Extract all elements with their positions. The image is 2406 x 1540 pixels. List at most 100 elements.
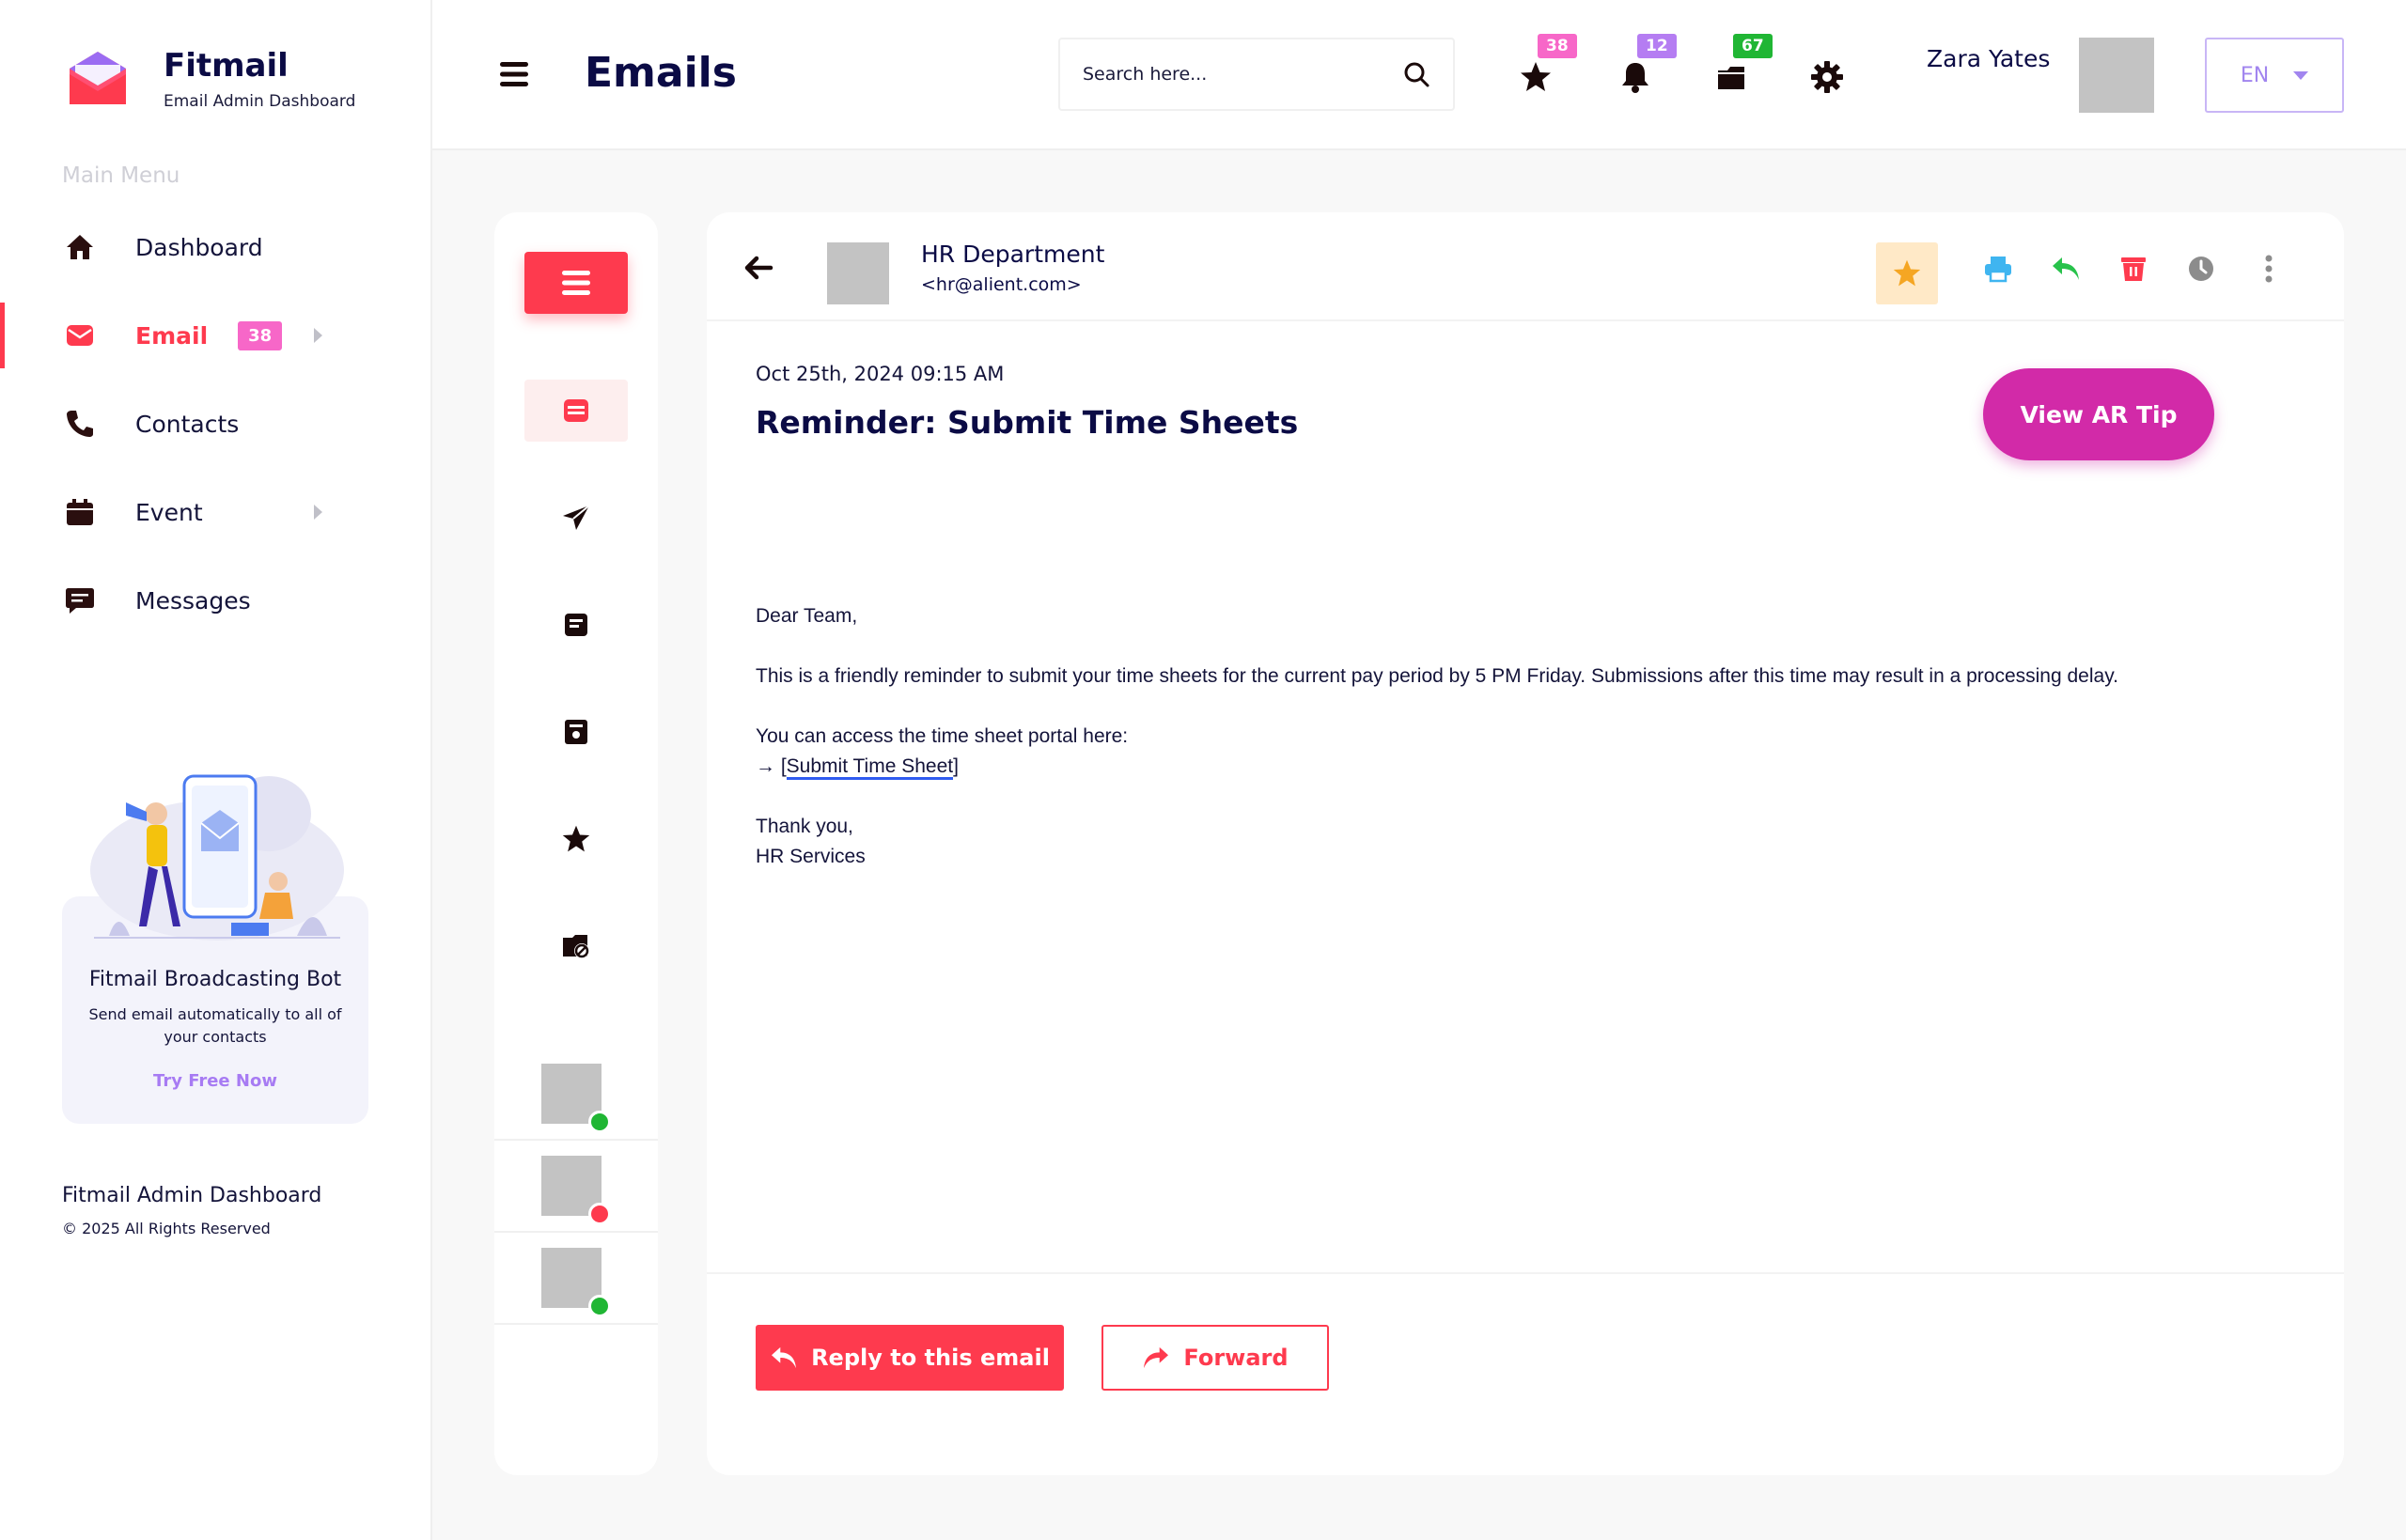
sidebar-item-label: Dashboard bbox=[135, 233, 263, 261]
brand[interactable]: Fitmail Email Admin Dashboard bbox=[66, 47, 355, 111]
forward-icon bbox=[1144, 1346, 1169, 1369]
chevron-right-icon bbox=[314, 505, 322, 520]
hamburger-icon bbox=[562, 271, 590, 295]
chevron-down-icon bbox=[2293, 70, 2309, 80]
email-reading-pane: HR Department <hr@alient.com> Oct 25th, … bbox=[707, 212, 2344, 1475]
divider bbox=[707, 1272, 2344, 1274]
busy-status-dot bbox=[588, 1203, 611, 1225]
star-email-button[interactable] bbox=[1876, 242, 1938, 304]
more-vertical-icon bbox=[2265, 255, 2273, 283]
link-suffix: ] bbox=[953, 755, 959, 777]
notifications-badge: 12 bbox=[1637, 34, 1677, 58]
link-prefix: → [ bbox=[756, 755, 787, 777]
view-ar-tip-button[interactable]: View AR Tip bbox=[1983, 368, 2214, 460]
sent-folder-button[interactable] bbox=[524, 487, 628, 549]
forward-button[interactable]: Forward bbox=[1101, 1325, 1329, 1391]
search-icon[interactable] bbox=[1402, 60, 1430, 88]
user-avatar[interactable] bbox=[2079, 38, 2154, 113]
email-body: Dear Team, This is a friendly reminder t… bbox=[756, 601, 2297, 872]
language-value: EN bbox=[2240, 63, 2270, 87]
sidebar-item-event[interactable]: Event bbox=[0, 468, 432, 556]
online-status-dot bbox=[588, 1111, 611, 1133]
footer-copyright: © 2025 All Rights Reserved bbox=[62, 1220, 271, 1237]
calendar-icon bbox=[64, 496, 96, 528]
star-icon bbox=[1893, 259, 1921, 287]
delete-button[interactable] bbox=[2115, 250, 2152, 288]
reply-icon bbox=[772, 1346, 797, 1369]
email-signature: HR Services bbox=[756, 846, 866, 867]
sidebar-item-email[interactable]: Email 38 bbox=[0, 291, 432, 380]
archive-icon bbox=[565, 720, 587, 744]
printer-icon bbox=[1985, 257, 2011, 283]
promo-description: Send email automatically to all of your … bbox=[88, 1005, 342, 1046]
archive-folder-button[interactable] bbox=[524, 701, 628, 763]
submit-time-sheet-link[interactable]: Submit Time Sheet bbox=[786, 755, 954, 780]
reply-to-email-button[interactable]: Reply to this email bbox=[756, 1325, 1064, 1391]
spam-folder-button[interactable] bbox=[524, 915, 628, 977]
notifications-bell-icon[interactable] bbox=[1617, 58, 1654, 96]
sidebar-item-dashboard[interactable]: Dashboard bbox=[0, 203, 432, 291]
sidebar: Fitmail Email Admin Dashboard Main Menu … bbox=[0, 0, 432, 1540]
folder-blocked-icon bbox=[563, 935, 589, 958]
gear-icon[interactable] bbox=[1808, 58, 1846, 96]
brand-name: Fitmail bbox=[164, 47, 289, 85]
trash-icon bbox=[2121, 257, 2146, 281]
compose-menu-button[interactable] bbox=[524, 252, 628, 314]
promo-widget: Fitmail Broadcasting Bot Send email auto… bbox=[62, 757, 368, 1124]
email-header: HR Department <hr@alient.com> bbox=[707, 212, 2344, 321]
snooze-button[interactable] bbox=[2182, 250, 2220, 288]
footer-title: Fitmail Admin Dashboard bbox=[62, 1184, 322, 1207]
draft-icon bbox=[565, 614, 587, 636]
top-header: Emails 38 12 67 bbox=[432, 0, 2406, 150]
inbox-tray-icon[interactable] bbox=[1712, 58, 1750, 96]
sidebar-item-label: Email bbox=[135, 321, 209, 350]
brand-subtitle: Email Admin Dashboard bbox=[164, 92, 356, 111]
envelope-icon bbox=[64, 319, 96, 351]
reply-label: Reply to this email bbox=[811, 1345, 1050, 1371]
paper-plane-icon bbox=[563, 505, 590, 530]
email-subject: Reminder: Submit Time Sheets bbox=[756, 404, 1299, 441]
star-icon bbox=[562, 825, 590, 852]
more-options-button[interactable] bbox=[2250, 250, 2288, 288]
phone-icon bbox=[64, 408, 96, 440]
forward-label: Forward bbox=[1183, 1345, 1289, 1371]
hamburger-menu-icon[interactable] bbox=[500, 60, 528, 88]
user-name[interactable]: Zara Yates bbox=[1927, 45, 2050, 72]
starred-folder-button[interactable] bbox=[524, 808, 628, 870]
sender-name: HR Department bbox=[921, 241, 1105, 268]
language-selector[interactable]: EN bbox=[2205, 38, 2344, 113]
try-free-now-link[interactable]: Try Free Now bbox=[62, 1071, 368, 1091]
print-button[interactable] bbox=[1979, 250, 2017, 288]
sender-avatar bbox=[827, 242, 889, 304]
chevron-right-icon bbox=[314, 328, 322, 343]
sidebar-item-messages[interactable]: Messages bbox=[0, 556, 432, 645]
mail-tools-column bbox=[494, 212, 658, 1475]
email-signoff: Thank you, bbox=[756, 816, 853, 837]
contact-avatar-item[interactable] bbox=[494, 1233, 658, 1325]
email-date: Oct 25th, 2024 09:15 AM bbox=[756, 363, 1005, 385]
reply-icon bbox=[2053, 257, 2079, 280]
menu-heading: Main Menu bbox=[62, 163, 180, 188]
sidebar-item-contacts[interactable]: Contacts bbox=[0, 380, 432, 468]
active-indicator bbox=[0, 303, 5, 368]
reply-button[interactable] bbox=[2047, 250, 2085, 288]
favorites-star-icon[interactable] bbox=[1517, 58, 1555, 96]
contact-avatar-item[interactable] bbox=[494, 1141, 658, 1233]
drafts-folder-button[interactable] bbox=[524, 594, 628, 656]
fitmail-logo-icon bbox=[70, 52, 126, 104]
email-count-badge: 38 bbox=[238, 320, 283, 350]
favorites-badge: 38 bbox=[1538, 34, 1577, 58]
inbox-icon bbox=[564, 399, 588, 422]
main-menu: Dashboard Email 38 Contacts Event Messag… bbox=[0, 203, 432, 645]
back-arrow-icon[interactable] bbox=[742, 252, 774, 284]
inbox-folder-button[interactable] bbox=[524, 380, 628, 442]
inbox-badge: 67 bbox=[1733, 34, 1773, 58]
page-title: Emails bbox=[585, 49, 737, 97]
email-paragraph: This is a friendly reminder to submit yo… bbox=[756, 665, 2118, 687]
search-input[interactable] bbox=[1083, 64, 1402, 85]
broadcast-illustration-icon bbox=[90, 774, 344, 941]
sender-email: <hr@alient.com> bbox=[921, 274, 1082, 295]
contact-avatar-item[interactable] bbox=[494, 1049, 658, 1141]
sidebar-item-label: Event bbox=[135, 498, 203, 526]
email-portal-line: You can access the time sheet portal her… bbox=[756, 725, 1129, 747]
